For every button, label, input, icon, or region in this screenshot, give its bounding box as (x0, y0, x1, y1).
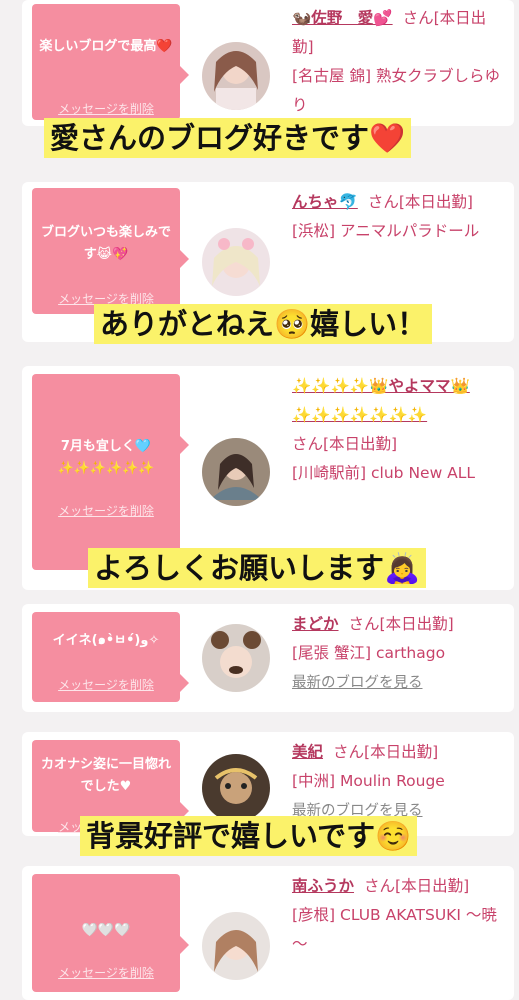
delete-message-link[interactable]: メッセージを削除 (32, 676, 180, 693)
profile-name-link[interactable]: ✨✨✨✨👑やよママ👑✨✨✨✨✨✨✨ (292, 377, 470, 424)
message-bubble: イイネ(๑•̀ㅂ•́)و✧ メッセージを削除 (32, 612, 189, 702)
message-card: 楽しいブログで最高❤️ メッセージを削除 🦦佐野 愛💕 さん[本日出勤] [名古屋… (22, 0, 514, 126)
avatar[interactable] (202, 42, 270, 110)
status-text: さん[本日出勤] (333, 743, 439, 761)
avatar[interactable] (202, 228, 270, 296)
shop-area: [彦根] CLUB AKATSUKI ～暁～ (292, 906, 497, 953)
avatar[interactable] (202, 624, 270, 692)
delete-message-link[interactable]: メッセージを削除 (32, 502, 180, 519)
message-bubble: 楽しいブログで最高❤️ メッセージを削除 (32, 4, 189, 120)
shop-area: [中洲] Moulin Rouge (292, 772, 445, 790)
latest-blog-link[interactable]: 最新のブログを見る (292, 675, 423, 691)
message-text: 🤍🤍🤍 (81, 923, 131, 938)
status-text: さん[本日出勤] (364, 877, 470, 895)
message-card: イイネ(๑•̀ㅂ•́)و✧ メッセージを削除 まどか さん[本日出勤] [尾張 蟹… (22, 604, 514, 712)
profile-info: 🦦佐野 愛💕 さん[本日出勤] [名古屋 錦] 熟女クラブしらゆり (292, 4, 506, 120)
profile-info: ✨✨✨✨👑やよママ👑✨✨✨✨✨✨✨ さん[本日出勤] [川崎駅前] club N… (292, 372, 506, 488)
message-bubble: ブログいつも楽しみです😹💖 メッセージを削除 (32, 188, 189, 314)
avatar[interactable] (202, 754, 270, 822)
message-bubble: 🤍🤍🤍 メッセージを削除 (32, 874, 189, 992)
status-text: さん[本日出勤] (292, 435, 398, 453)
overlay-caption: ありがとねえ🥺嬉しい！ (94, 304, 433, 344)
message-text: 7月も宜しく🩵 ✨✨✨✨✨✨ (57, 439, 155, 476)
message-card: 🤍🤍🤍 メッセージを削除 南ふうか さん[本日出勤] [彦根] CLUB AKAT… (22, 866, 514, 1000)
message-text: 楽しいブログで最高❤️ (39, 39, 173, 54)
profile-name-link[interactable]: 🦦佐野 愛💕 (292, 9, 393, 27)
profile-name-link[interactable]: んちゃ🐬 (292, 193, 358, 211)
overlay-caption: 背景好評で嬉しいです☺️ (80, 816, 418, 856)
overlay-caption: 愛さんのブログ好きです❤️ (44, 118, 412, 158)
profile-info: まどか さん[本日出勤] [尾張 蟹江] carthago 最新のブログを見る (292, 610, 506, 698)
avatar[interactable] (202, 438, 270, 506)
message-text: カオナシ姿に一目惚れでした♥ (40, 757, 171, 794)
overlay-caption: よろしくお願いします🙇‍♀️ (88, 548, 427, 588)
message-text: イイネ(๑•̀ㅂ•́)و✧ (52, 633, 160, 648)
profile-info: 美紀 さん[本日出勤] [中洲] Moulin Rouge 最新のブログを見る (292, 738, 506, 826)
shop-area: [浜松] アニマルパラドール (292, 222, 480, 240)
status-text: さん[本日出勤] (348, 615, 454, 633)
profile-name-link[interactable]: 美紀 (292, 743, 323, 761)
message-bubble: 7月も宜しく🩵 ✨✨✨✨✨✨ メッセージを削除 (32, 374, 189, 570)
message-text: ブログいつも楽しみです😹💖 (40, 225, 171, 262)
delete-message-link[interactable]: メッセージを削除 (32, 964, 180, 981)
profile-name-link[interactable]: 南ふうか (292, 877, 354, 895)
profile-name-link[interactable]: まどか (292, 615, 339, 633)
delete-message-link[interactable]: メッセージを削除 (32, 100, 180, 117)
shop-area: [川崎駅前] club New ALL (292, 464, 476, 482)
shop-area: [名古屋 錦] 熟女クラブしらゆり (292, 67, 500, 114)
status-text: さん[本日出勤] (367, 193, 473, 211)
profile-info: んちゃ🐬 さん[本日出勤] [浜松] アニマルパラドール (292, 188, 506, 246)
shop-area: [尾張 蟹江] carthago (292, 644, 446, 662)
avatar[interactable] (202, 912, 270, 980)
profile-info: 南ふうか さん[本日出勤] [彦根] CLUB AKATSUKI ～暁～ (292, 872, 506, 959)
